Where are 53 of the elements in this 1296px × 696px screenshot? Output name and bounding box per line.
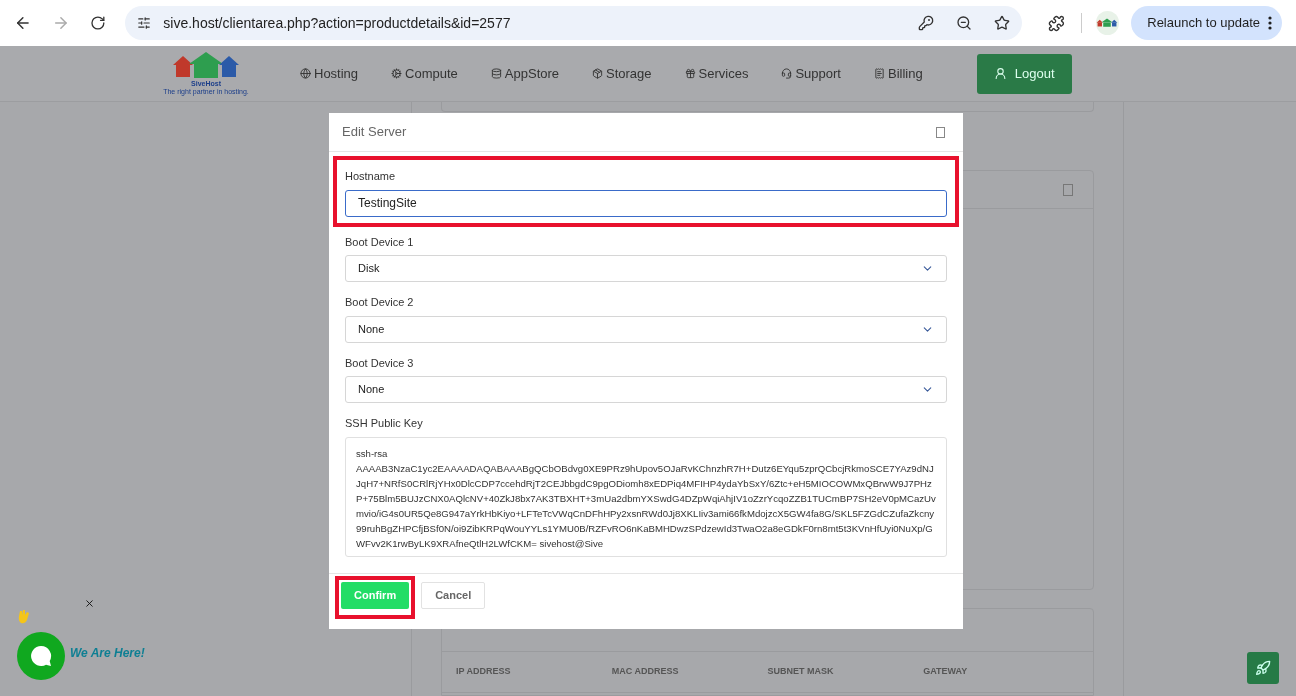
nav-link[interactable]: Services xyxy=(684,63,749,84)
logout-button[interactable]: Logout xyxy=(976,53,1072,94)
rocket-icon xyxy=(1255,660,1271,676)
reload-icon[interactable] xyxy=(89,15,106,31)
headset-icon xyxy=(781,68,793,79)
cancel-button[interactable]: Cancel xyxy=(421,582,486,609)
column-header: IP ADDRESS xyxy=(456,665,511,679)
column-header: GATEWAY xyxy=(923,665,968,679)
extensions-icon[interactable] xyxy=(1047,14,1065,32)
chat-button[interactable] xyxy=(17,632,65,680)
column-header: MAC ADDRESS xyxy=(611,665,679,679)
nav-link[interactable]: Billing xyxy=(874,63,923,84)
column-header: SUBNET MASK xyxy=(767,665,834,679)
star-icon[interactable] xyxy=(993,15,1010,31)
user-icon xyxy=(993,67,1007,80)
globe-icon xyxy=(300,68,311,79)
more-icon xyxy=(1268,16,1272,30)
gift-icon xyxy=(684,68,696,79)
field-label: Boot Device 3 xyxy=(345,355,414,371)
nav-link[interactable]: Support xyxy=(781,63,841,84)
select-field[interactable]: None xyxy=(345,376,947,403)
hostname-input[interactable]: TestingSite xyxy=(345,189,947,217)
nav-link[interactable]: Hosting xyxy=(300,63,359,84)
gear-icon xyxy=(391,68,403,79)
chat-bubble-icon xyxy=(29,644,53,668)
relaunch-button[interactable]: Relaunch to update xyxy=(1131,6,1282,40)
field-label: SSH Public Key xyxy=(345,416,423,431)
nav-link[interactable]: AppStore xyxy=(490,63,560,84)
nav-link[interactable]: Storage xyxy=(592,63,652,84)
select-field[interactable]: None xyxy=(345,315,947,343)
zoom-out-icon[interactable] xyxy=(955,15,972,31)
field-label: Boot Device 1 xyxy=(345,234,414,250)
address-bar[interactable]: sive.host/clientarea.php?action=productdetails&id=2577 xyxy=(125,6,1022,40)
key-icon[interactable] xyxy=(917,15,934,31)
back-icon[interactable] xyxy=(14,14,32,32)
nav-link[interactable]: Compute xyxy=(391,63,458,84)
field-label: Boot Device 2 xyxy=(345,295,414,310)
url-text: sive.host/clientarea.php?action=productdetails&id=2577 xyxy=(163,13,512,33)
houses-logo-icon xyxy=(1096,18,1119,28)
select-field[interactable]: Disk xyxy=(345,255,947,282)
ssh-key-textarea[interactable]: ssh-rsa AAAAB3NzaC1yc2EAAAADAQABAAABgQCbOBdvg0XE9PRz9hUpov5OJaRvKChnzhR7H+Dutz6EYqu5zprQCbcjRkmoSCE7YAz9dNJJqH7+NRfS0CRlRjYHx0DlcCDP7ccehdRjT2CEJbbgdC9pgODiomh8xEDPiq4MFIHP4ydaYbSxY/6Ztc+eH5MIOCOWMxQBrwW9J7PHzP+75Blm5BUJzCNX0AQlcNV+40ZkJ8bx7AK3TBXHT+3mUa2dbmYXSwdG4DZpWqiAhjIV1oZzrYcqoZZB1TUCmBP7SH2eV0pMCazUvmvio/iG4s0UR5Qe8G947aYrkHbKiyo+LFTeTcVWqCnDFhHPy2xsnRWd0Jj8XKLIiv3ami66fkMdojzcX5GW4fa8G/SKL5FZGdCZufaZkcny99ruhBgZHPCfjBSf0N/oi9ZibKRPqWouYYLs1YMU0B/RZFvRO6nKaBMHDwzSPdzewId3TwaO2a8eGDkF0rn8mt5t3KVnHfUyi0NuXp/GWFvv2K1rwByLK9XRAfneQtlH2LWfCKM= sivehost@Sive xyxy=(345,436,947,557)
square-icon xyxy=(1063,183,1073,196)
site-settings-icon[interactable] xyxy=(137,16,152,30)
receipt-icon xyxy=(874,68,885,79)
field-label: Hostname xyxy=(345,169,396,184)
houses-logo-icon xyxy=(171,51,241,80)
box-icon xyxy=(592,68,604,79)
chat-greeting: We Are Here! xyxy=(70,645,145,662)
rocket-button[interactable] xyxy=(1247,652,1279,684)
database-icon xyxy=(490,68,502,79)
dialog-title: Edit Server xyxy=(342,123,407,142)
profile-avatar[interactable] xyxy=(1095,11,1120,35)
waving-hand-icon xyxy=(17,610,29,624)
